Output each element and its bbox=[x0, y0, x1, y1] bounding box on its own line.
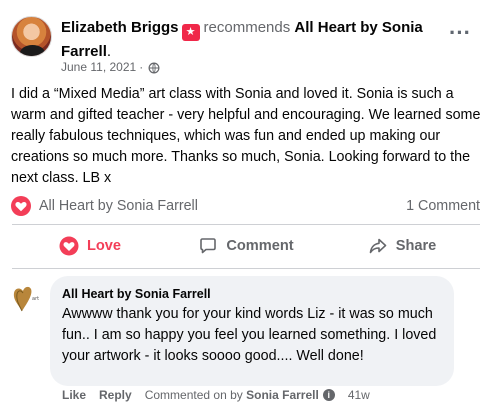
share-icon bbox=[369, 238, 387, 254]
commenter-name-link[interactable]: Sonia Farrell bbox=[246, 387, 319, 403]
love-icon bbox=[59, 236, 79, 256]
meta-separator: · bbox=[139, 60, 144, 74]
recommendation-badge-icon: ★ bbox=[181, 24, 200, 41]
recommends-verb: recommends bbox=[203, 19, 291, 36]
svg-text:art: art bbox=[32, 296, 39, 302]
divider-top bbox=[12, 224, 480, 225]
comment-actions: Like Reply Commented on by Sonia Farrell… bbox=[62, 387, 370, 403]
comment-text: Awwww thank you for your kind words Liz … bbox=[62, 306, 437, 364]
love-label: Love bbox=[86, 238, 122, 254]
more-options-icon[interactable]: ··· bbox=[448, 22, 472, 50]
divider-bottom bbox=[12, 268, 480, 269]
comment-like-button[interactable]: Like bbox=[62, 387, 86, 403]
comment-bubble: All Heart by Sonia Farrell Awwww thank y… bbox=[50, 276, 454, 386]
author-name-link[interactable]: Elizabeth Briggs bbox=[61, 19, 179, 36]
post-actions: Love Comment Share bbox=[12, 226, 480, 266]
post-body: I did a “Mixed Media” art class with Son… bbox=[11, 86, 481, 186]
post-meta: June 11, 2021 · bbox=[61, 60, 160, 75]
info-icon[interactable]: i bbox=[322, 389, 335, 401]
love-reaction-icon[interactable] bbox=[11, 196, 31, 216]
page-avatar[interactable]: art bbox=[10, 280, 44, 314]
author-avatar[interactable] bbox=[11, 16, 52, 57]
comment-author-link[interactable]: All Heart by Sonia Farrell bbox=[62, 286, 442, 302]
post-headline: Elizabeth Briggs ★ recommends All Heart by… bbox=[61, 17, 451, 63]
post-stats: All Heart by Sonia Farrell 1 Comment bbox=[0, 192, 492, 220]
love-button[interactable]: Love bbox=[12, 226, 168, 266]
comment-age-link[interactable]: 41w bbox=[348, 387, 370, 403]
comment-button[interactable]: Comment bbox=[168, 226, 324, 266]
globe-icon[interactable] bbox=[148, 62, 160, 74]
comment-label: Comment bbox=[226, 238, 294, 254]
reactor-name-link[interactable]: All Heart by Sonia Farrell bbox=[39, 197, 198, 215]
commented-on-by-text: Commented on by bbox=[144, 388, 243, 402]
comment-reply-button[interactable]: Reply bbox=[99, 387, 132, 403]
comment-icon bbox=[200, 238, 217, 254]
post-header: Elizabeth Briggs ★ recommends All Heart by… bbox=[0, 0, 492, 80]
share-label: Share bbox=[395, 238, 437, 254]
share-button[interactable]: Share bbox=[324, 226, 480, 266]
comment-count-link[interactable]: 1 Comment bbox=[406, 197, 480, 215]
post-date-link[interactable]: June 11, 2021 bbox=[61, 60, 136, 75]
headline-period: . bbox=[106, 43, 112, 60]
